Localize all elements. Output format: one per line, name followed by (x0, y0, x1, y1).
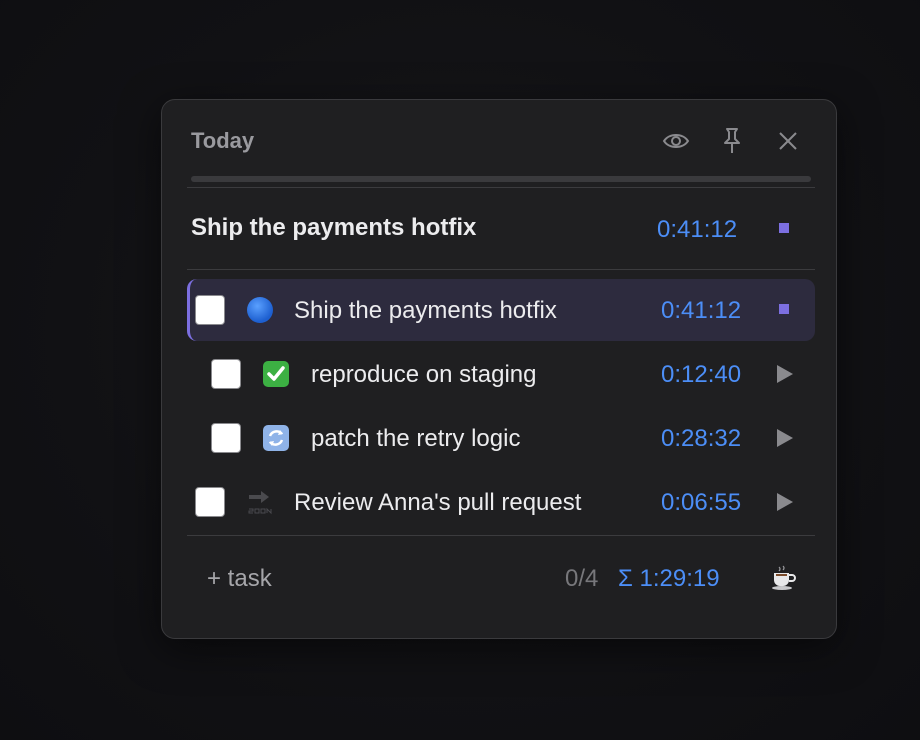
coffee-icon[interactable] (768, 562, 798, 592)
task-checkbox[interactable] (211, 359, 241, 389)
task-checkbox[interactable] (195, 295, 225, 325)
pin-icon[interactable] (717, 126, 747, 156)
refresh-icon (261, 423, 291, 453)
task-timer: 0:12:40 (661, 361, 742, 388)
task-timer: 0:41:12 (661, 297, 742, 324)
task-checkbox[interactable] (195, 487, 225, 517)
soon-arrow-icon (245, 487, 275, 517)
task-timer: 0:06:55 (661, 489, 742, 516)
divider (187, 535, 815, 536)
task-label[interactable]: reproduce on staging (311, 361, 537, 389)
total-time: Σ 1:29:19 (618, 565, 720, 592)
today-panel: Today Ship the payments hotfix 0:41:12 S… (161, 99, 837, 639)
eye-icon[interactable] (661, 126, 691, 156)
divider (187, 187, 815, 188)
task-label[interactable]: Review Anna's pull request (294, 489, 581, 517)
task-label[interactable]: Ship the payments hotfix (294, 297, 557, 325)
close-icon[interactable] (773, 126, 803, 156)
play-button[interactable] (777, 429, 793, 447)
stop-button[interactable] (779, 304, 789, 314)
current-task-title: Ship the payments hotfix (191, 214, 477, 241)
panel-title: Today (191, 128, 255, 153)
task-checkbox[interactable] (211, 423, 241, 453)
progress-bar (191, 176, 811, 182)
blue-circle-icon (245, 295, 275, 325)
current-task-timer: 0:41:12 (657, 216, 738, 243)
play-button[interactable] (777, 365, 793, 383)
stop-button[interactable] (779, 223, 789, 233)
add-task-button[interactable]: + task (207, 565, 272, 593)
divider (187, 269, 815, 270)
task-label[interactable]: patch the retry logic (311, 425, 520, 453)
check-mark-icon (261, 359, 291, 389)
task-timer: 0:28:32 (661, 425, 742, 452)
play-button[interactable] (777, 493, 793, 511)
task-count: 0/4 (565, 565, 599, 592)
